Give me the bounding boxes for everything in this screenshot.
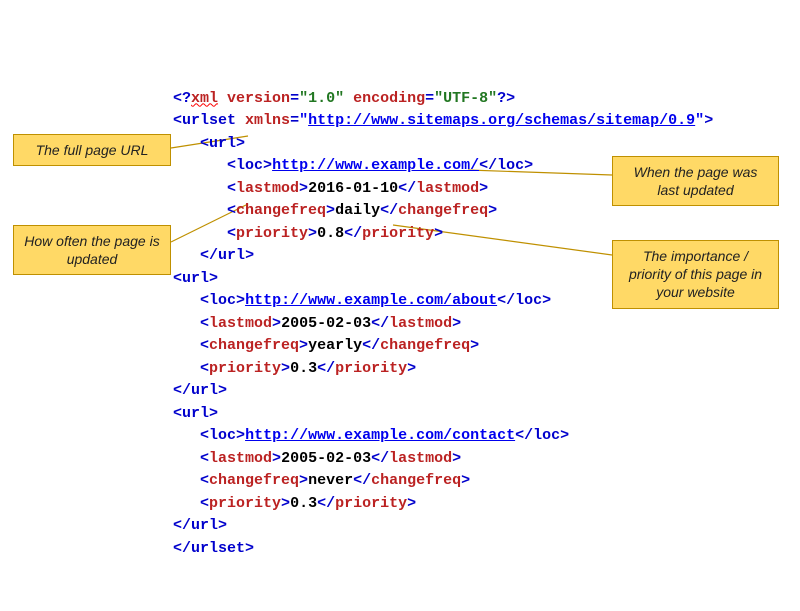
val-version: "1.0"	[299, 90, 344, 107]
urlset-tag: urlset	[182, 112, 236, 129]
loc-value-3[interactable]: http://www.example.com/contact	[245, 427, 515, 444]
loc-value-2[interactable]: http://www.example.com/about	[245, 292, 497, 309]
url-close-3: url	[191, 517, 218, 534]
xml-code-block: <?xml version="1.0" encoding="UTF-8"?> <…	[173, 65, 713, 560]
val-encoding: "UTF-8"	[434, 90, 497, 107]
xml-decl-open: <?	[173, 90, 191, 107]
attr-version: version	[227, 90, 290, 107]
callout-changefreq: How often the page is updated	[13, 225, 171, 275]
urlset-close: </urlset>	[173, 540, 254, 557]
url-open-3: url	[182, 405, 209, 422]
xml-kw: xml	[191, 90, 218, 107]
xml-decl-close: ?>	[497, 90, 515, 107]
lastmod-value-3: 2005-02-03	[281, 450, 371, 467]
changefreq-value-2: yearly	[308, 337, 362, 354]
attr-xmlns: xmlns	[245, 112, 290, 129]
xmlns-url: http://www.sitemaps.org/schemas/sitemap/…	[308, 112, 695, 129]
url-close-1: url	[218, 247, 245, 264]
priority-tag: priority	[236, 225, 308, 242]
priority-value-3: 0.3	[290, 495, 317, 512]
priority-value-2: 0.3	[290, 360, 317, 377]
lastmod-value-1: 2016-01-10	[308, 180, 398, 197]
callout-url: The full page URL	[13, 134, 171, 166]
changefreq-value-3: never	[308, 472, 353, 489]
changefreq-value-1: daily	[335, 202, 380, 219]
url-close-2: url	[191, 382, 218, 399]
loc-tag: loc	[236, 157, 263, 174]
loc-value-1[interactable]: http://www.example.com/	[272, 157, 479, 174]
url-open-2: url	[182, 270, 209, 287]
lastmod-value-2: 2005-02-03	[281, 315, 371, 332]
attr-encoding: encoding	[353, 90, 425, 107]
lastmod-tag: lastmod	[236, 180, 299, 197]
changefreq-tag: changefreq	[236, 202, 326, 219]
priority-value-1: 0.8	[317, 225, 344, 242]
url-open-1: url	[209, 135, 236, 152]
